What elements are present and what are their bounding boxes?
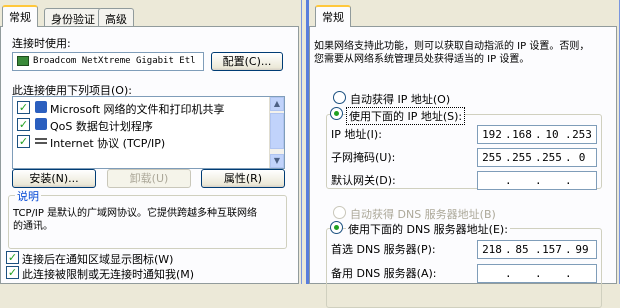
dns-octet-1: 218 xyxy=(482,243,502,256)
tab-strip: 常规 xyxy=(309,0,619,27)
auto-dns-label: 自动获得 DNS 服务器地址(B) xyxy=(350,208,496,221)
tab-general[interactable]: 常规 xyxy=(2,5,38,27)
mask-octet-1: 255 xyxy=(482,151,502,164)
preferred-dns-label: 首选 DNS 服务器(P): xyxy=(331,243,436,256)
adapter-field: Broadcom NetXtreme Gigabit Etl xyxy=(12,52,204,71)
gateway-label: 默认网关(D): xyxy=(331,174,396,187)
ip-address-input[interactable]: 192 . 168 . 10 . 253 xyxy=(477,125,597,144)
adapter-name: Broadcom NetXtreme Gigabit Etl xyxy=(33,56,196,66)
configure-button[interactable]: 配置(C)... xyxy=(211,52,283,71)
mask-octet-3: 255 xyxy=(542,151,562,164)
ip-dot: . xyxy=(535,267,542,280)
scroll-up-button[interactable]: ▲ xyxy=(270,97,284,111)
auto-ip-label[interactable]: 自动获得 IP 地址(O) xyxy=(350,91,450,107)
preferred-dns-input[interactable]: 218 . 85 . 157 . 99 xyxy=(477,240,597,259)
tcpip-properties-panel: 常规 如果网络支持此功能，则可以获取自动指派的 IP 设置。否则， 您需要从网络… xyxy=(306,0,620,308)
manual-ip-label[interactable]: 使用下面的 IP 地址(S): xyxy=(346,107,466,125)
item-label: QoS 数据包计划程序 xyxy=(50,120,153,133)
ip-octet-3: 10 xyxy=(545,128,559,141)
network-component-icon xyxy=(35,118,47,130)
item-label: Internet 协议 (TCP/IP) xyxy=(50,137,166,150)
auto-dns-radio xyxy=(333,206,346,219)
intro-text-line2: 您需要从网络系统管理员处获得适当的 IP 设置。 xyxy=(314,54,530,65)
item-checkbox[interactable]: ✓ xyxy=(17,118,30,131)
mask-octet-2: 255 xyxy=(512,151,532,164)
network-component-icon xyxy=(35,101,47,113)
tab-authentication[interactable]: 身份验证 xyxy=(44,8,102,26)
item-checkbox[interactable]: ✓ xyxy=(17,135,30,148)
manual-dns-group: 使用下面的 DNS 服务器地址(E): 首选 DNS 服务器(P): 218 .… xyxy=(326,221,602,308)
ip-octet-1: 192 xyxy=(482,128,502,141)
description-legend: 说明 xyxy=(15,188,41,204)
ip-dot: . xyxy=(565,267,572,280)
manual-dns-radio[interactable] xyxy=(330,221,343,234)
protocol-icon xyxy=(35,138,47,144)
ip-dot: . xyxy=(505,267,512,280)
alternate-dns-input[interactable]: . . . xyxy=(477,264,597,283)
show-icon-checkbox[interactable]: ✓ xyxy=(6,251,19,264)
auto-ip-radio[interactable] xyxy=(333,91,346,104)
tab-advanced[interactable]: 高级 xyxy=(98,8,134,26)
tab-general[interactable]: 常规 xyxy=(315,5,351,27)
mask-octet-4: 0 xyxy=(578,151,586,164)
ip-address-label: IP 地址(I): xyxy=(331,128,382,141)
manual-ip-radio[interactable] xyxy=(330,107,343,120)
subnet-mask-input[interactable]: 255 . 255 . 255 . 0 xyxy=(477,148,597,167)
list-scrollbar[interactable]: ▲ ▼ xyxy=(269,97,284,168)
ip-dot: . xyxy=(505,174,512,187)
manual-dns-label[interactable]: 使用下面的 DNS 服务器地址(E): xyxy=(346,221,510,237)
item-label: Microsoft 网络的文件和打印机共享 xyxy=(50,103,225,116)
notify-checkbox[interactable]: ✓ xyxy=(6,266,19,279)
description-text-line2: 的通讯。 xyxy=(13,221,53,232)
ip-octet-2: 168 xyxy=(512,128,532,141)
connect-using-label: 连接时使用: xyxy=(12,37,71,50)
tab-strip: 常规 身份验证 高级 xyxy=(0,0,301,27)
list-item[interactable]: ✓ QoS 数据包计划程序 xyxy=(15,117,265,133)
alternate-dns-label: 备用 DNS 服务器(A): xyxy=(331,267,437,280)
scroll-thumb[interactable] xyxy=(270,113,284,149)
manual-ip-group: 使用下面的 IP 地址(S): IP 地址(I): 192 . 168 . 10… xyxy=(326,107,602,190)
list-item[interactable]: ✓ Microsoft 网络的文件和打印机共享 xyxy=(15,100,265,116)
uninstall-button: 卸载(U) xyxy=(107,169,191,188)
network-adapter-icon xyxy=(17,56,29,66)
properties-button[interactable]: 属性(R) xyxy=(201,169,285,188)
list-item-selected[interactable]: ✓ Internet 协议 (TCP/IP) xyxy=(15,134,265,150)
ip-octet-4: 253 xyxy=(572,128,592,141)
install-button[interactable]: 安装(N)... xyxy=(12,169,96,188)
general-tab-body: 如果网络支持此功能，则可以获取自动指派的 IP 设置。否则， 您需要从网络系统管… xyxy=(309,26,617,308)
components-list[interactable]: ✓ Microsoft 网络的文件和打印机共享 ✓ QoS 数据包计划程序 ✓ … xyxy=(12,96,285,169)
notify-label[interactable]: 此连接被限制或无连接时通知我(M) xyxy=(22,266,194,282)
general-tab-body: 连接时使用: Broadcom NetXtreme Gigabit Etl 配置… xyxy=(0,26,299,284)
connection-properties-panel: 常规 身份验证 高级 连接时使用: Broadcom NetXtreme Gig… xyxy=(0,0,302,284)
subnet-mask-label: 子网掩码(U): xyxy=(331,151,396,164)
ip-dot: . xyxy=(565,174,572,187)
description-group: 说明 TCP/IP 是默认的广域网协议。它提供跨越多种互联网络 的通讯。 xyxy=(8,188,287,249)
dns-octet-3: 157 xyxy=(542,243,562,256)
scroll-down-button[interactable]: ▼ xyxy=(270,154,284,168)
gateway-input[interactable]: . . . xyxy=(477,171,597,190)
dns-octet-4: 99 xyxy=(575,243,589,256)
show-icon-label[interactable]: 连接后在通知区域显示图标(W) xyxy=(22,251,173,267)
item-checkbox[interactable]: ✓ xyxy=(17,101,30,114)
ip-dot: . xyxy=(535,174,542,187)
dns-octet-2: 85 xyxy=(515,243,529,256)
